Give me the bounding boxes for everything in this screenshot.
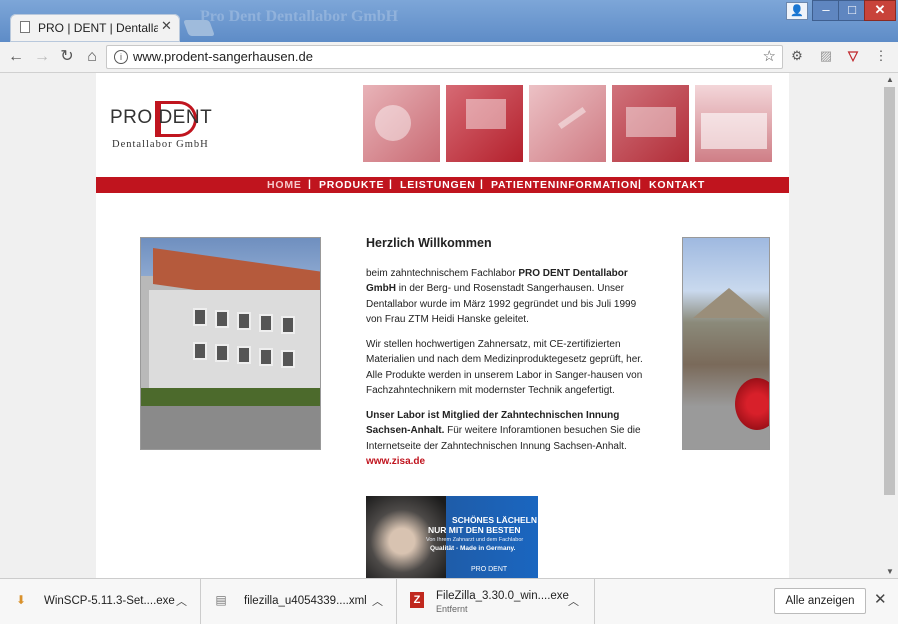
url-text[interactable]: www.prodent-sangerhausen.de — [133, 49, 313, 64]
building-street — [141, 406, 320, 449]
chevron-up-icon[interactable]: ︿ — [372, 593, 383, 609]
header-photo-5 — [695, 85, 772, 162]
welcome-content: Herzlich Willkommen beim zahntechnischem… — [366, 236, 648, 479]
download-item[interactable]: ▤ filezilla_u4054339....xml ︿ — [200, 579, 397, 624]
window-title-bar: Pro Dent Dentallabor GmbH PRO | DENT | D… — [0, 0, 898, 42]
promo-subline: Von Ihrem Zahnarzt und dem Fachlabor — [426, 537, 524, 543]
download-status: Entfernt — [436, 604, 468, 614]
nav-home[interactable]: HOME — [267, 179, 302, 191]
download-filename: WinSCP-5.11.3-Set....exe — [44, 595, 175, 607]
scrollbar-thumb[interactable] — [884, 87, 895, 495]
header-photo-3 — [529, 85, 606, 162]
welcome-heading: Herzlich Willkommen — [366, 236, 492, 250]
nav-separator: | — [638, 178, 642, 190]
promo-headline-1: SCHÖNES LÄCHELN — [452, 515, 538, 525]
browser-tab[interactable]: PRO | DENT | Dentallabor GmbH ✕ — [10, 14, 180, 42]
header-photo-1 — [363, 85, 440, 162]
intro-text-end: in der Berg- und Rosenstadt Sangerhausen… — [366, 283, 637, 325]
background-window-title: Pro Dent Dentallabor GmbH — [200, 8, 399, 25]
prodent-logo[interactable]: PRO DENT Dentallabor GmbH — [110, 101, 270, 151]
filezilla-icon: Z — [410, 592, 424, 608]
bookmark-star-icon[interactable]: ☆ — [763, 47, 776, 65]
promo-logo: PRO DENT — [471, 566, 508, 573]
scroll-up-icon[interactable]: ▲ — [886, 75, 894, 84]
browser-toolbar: ← → ↻ ⌂ i www.prodent-sangerhausen.de ☆ … — [0, 42, 898, 73]
nav-kontakt[interactable]: KONTAKT — [649, 179, 705, 191]
logo-text: PRO DENT — [110, 107, 213, 128]
new-tab-button[interactable] — [183, 20, 215, 36]
intro-text: beim zahntechnischem Fachlabor — [366, 267, 519, 279]
promo-headline-2: NUR MIT DEN BESTEN — [428, 525, 521, 535]
maximize-button[interactable]: □ — [838, 0, 866, 21]
window-close-button[interactable]: ✕ — [864, 0, 896, 21]
download-filename: FileZilla_3.30.0_win....exe — [436, 590, 569, 602]
home-icon[interactable]: ⌂ — [82, 47, 102, 67]
show-all-downloads-button[interactable]: Alle anzeigen — [774, 588, 866, 614]
vertical-scrollbar[interactable]: ▲ ▼ — [882, 73, 898, 578]
pdf-extension-icon[interactable]: ▨ — [818, 48, 834, 64]
close-icon[interactable]: ✕ — [874, 590, 887, 608]
user-profile-icon[interactable]: 👤 — [786, 2, 808, 20]
forward-arrow-icon[interactable]: → — [32, 47, 52, 67]
back-arrow-icon[interactable]: ← — [6, 47, 26, 67]
extension-icon[interactable]: ⚙ — [789, 48, 805, 64]
logo-subtitle: Dentallabor GmbH — [112, 139, 209, 150]
nav-patienteninformation[interactable]: PATIENTENINFORMATION — [491, 179, 638, 191]
street-mountain — [693, 288, 765, 318]
chevron-up-icon[interactable]: ︿ — [176, 593, 187, 609]
products-paragraph: Wir stellen hochwertigen Zahnersatz, mit… — [366, 338, 643, 397]
nav-leistungen[interactable]: LEISTUNGEN — [400, 179, 476, 191]
website-page: PRO DENT Dentallabor GmbH HOME | PRODUKT… — [96, 73, 789, 578]
promo-quality: Qualität - Made in Germany. — [430, 545, 516, 552]
file-icon: ▤ — [215, 593, 227, 607]
page-icon — [20, 21, 30, 33]
rose-image — [735, 378, 769, 430]
installer-icon: ⬇ — [15, 593, 27, 607]
download-filename: filezilla_u4054339....xml — [244, 595, 367, 607]
reload-icon[interactable]: ↻ — [57, 47, 77, 67]
building-lawn — [141, 388, 320, 408]
zisa-link[interactable]: www.zisa.de — [366, 456, 425, 467]
guild-paragraph: Unser Labor ist Mitglied der Zahntechnis… — [366, 408, 648, 470]
nav-separator: | — [308, 178, 312, 190]
nav-separator: | — [389, 178, 393, 190]
menu-kebab-icon[interactable]: ⋮ — [873, 48, 889, 64]
download-item[interactable]: ⬇ WinSCP-5.11.3-Set....exe ︿ — [0, 579, 201, 624]
header-photo-4 — [612, 85, 689, 162]
main-navigation: HOME | PRODUKTE | LEISTUNGEN | PATIENTEN… — [96, 177, 789, 193]
nav-separator: | — [480, 178, 484, 190]
shield-extension-icon[interactable]: ▽ — [845, 48, 861, 64]
nav-produkte[interactable]: PRODUKTE — [319, 179, 384, 191]
page-viewport: PRO DENT Dentallabor GmbH HOME | PRODUKT… — [0, 73, 882, 578]
tab-title: PRO | DENT | Dentallabor GmbH — [38, 21, 158, 35]
download-item[interactable]: Z FileZilla_3.30.0_win....exe Entfernt ︿ — [396, 579, 595, 624]
chevron-up-icon[interactable]: ︿ — [568, 593, 579, 609]
promo-banner[interactable]: SCHÖNES LÄCHELN NUR MIT DEN BESTEN Von I… — [366, 496, 538, 578]
scroll-down-icon[interactable]: ▼ — [886, 567, 894, 576]
header-photo-2 — [446, 85, 523, 162]
info-icon[interactable]: i — [114, 50, 128, 64]
building-facade — [149, 290, 320, 400]
tab-close-icon[interactable]: ✕ — [161, 18, 172, 34]
download-shelf: ⬇ WinSCP-5.11.3-Set....exe ︿ ▤ filezilla… — [0, 578, 898, 624]
street-photo — [682, 237, 770, 450]
address-bar[interactable]: i www.prodent-sangerhausen.de ☆ — [106, 45, 783, 69]
intro-paragraph: beim zahntechnischem Fachlabor PRO DENT … — [366, 266, 648, 328]
minimize-button[interactable]: – — [812, 0, 840, 21]
building-photo — [140, 237, 321, 450]
